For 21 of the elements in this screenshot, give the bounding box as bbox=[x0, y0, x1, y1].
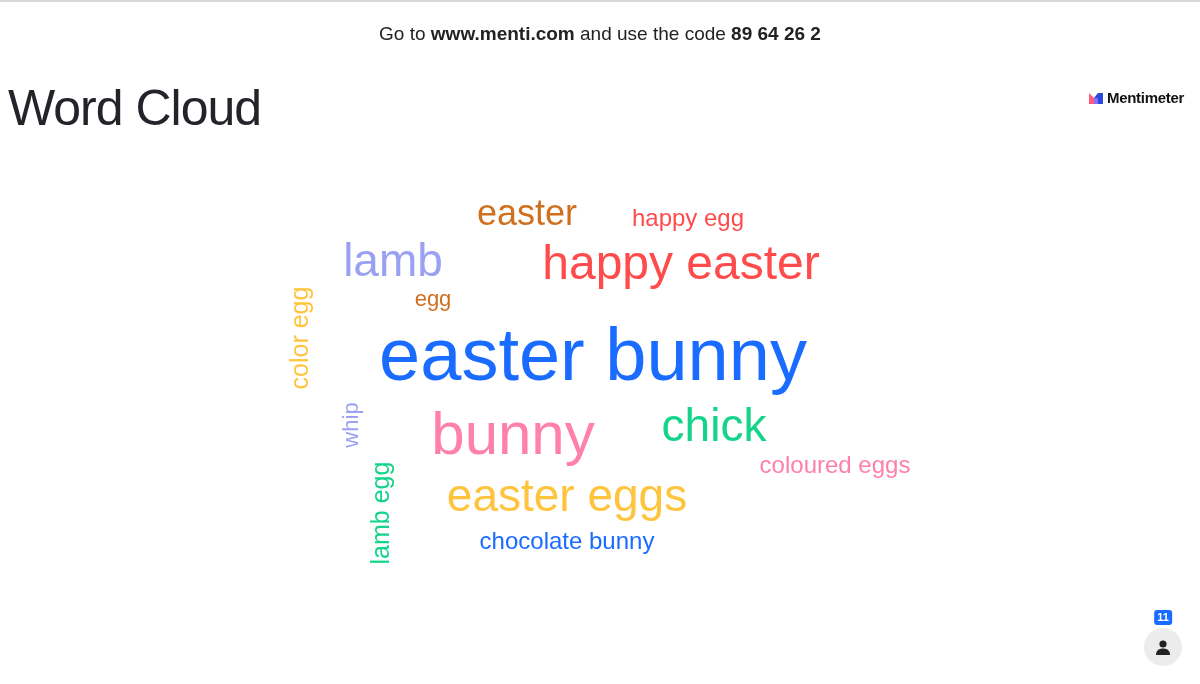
logo-icon bbox=[1088, 91, 1103, 104]
participants-button[interactable] bbox=[1144, 628, 1182, 666]
cloud-word: coloured eggs bbox=[759, 450, 911, 479]
cloud-word: happy easter bbox=[542, 234, 820, 291]
cloud-word: lamb bbox=[343, 233, 443, 286]
cloud-word: easter bbox=[476, 191, 578, 234]
cloud-word: easter eggs bbox=[446, 468, 688, 521]
cloud-word: color egg bbox=[284, 286, 314, 389]
cloud-word: whip bbox=[338, 401, 364, 448]
cloud-word: chocolate bunny bbox=[479, 526, 655, 555]
slide-title: Word Cloud bbox=[8, 82, 262, 133]
cloud-word: chick bbox=[661, 398, 767, 451]
cloud-word: bunny bbox=[431, 398, 595, 467]
cloud-word: happy egg bbox=[631, 203, 745, 232]
logo-text: Mentimeter bbox=[1106, 87, 1184, 108]
cloud-word: lamb egg bbox=[365, 461, 395, 564]
cloud-word: easter bunny bbox=[379, 311, 807, 398]
cloud-word: egg bbox=[414, 286, 452, 312]
participant-count: 11 bbox=[1154, 610, 1172, 625]
join-instructions: Go to www.menti.com and use the code 89 64 26 2 bbox=[378, 22, 822, 46]
person-icon bbox=[1156, 639, 1170, 655]
